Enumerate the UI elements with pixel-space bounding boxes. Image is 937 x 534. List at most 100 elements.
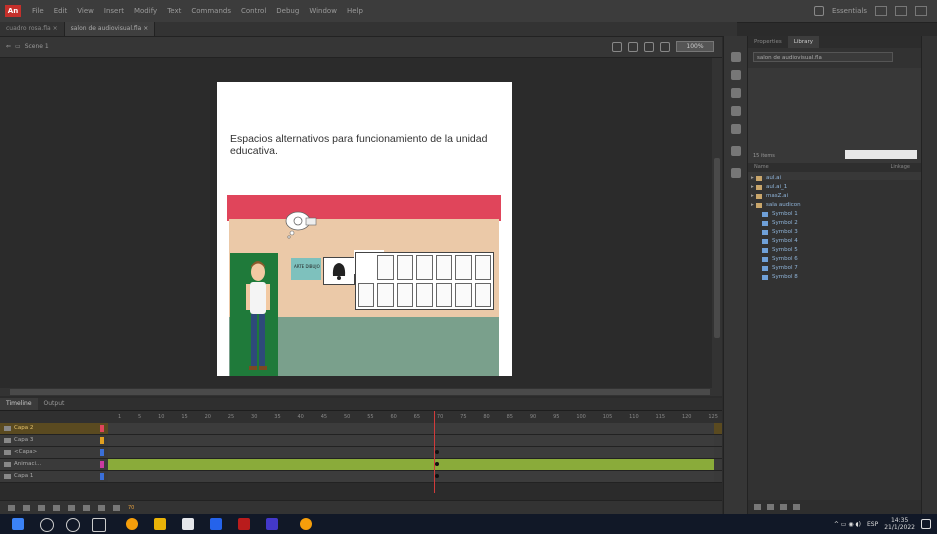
keyframe[interactable]: [435, 450, 439, 454]
horizontal-scrollbar[interactable]: [0, 388, 722, 396]
library-file-select[interactable]: salon de audiovisual.fla: [753, 52, 893, 62]
start-icon[interactable]: [12, 518, 24, 530]
layer-frames[interactable]: [108, 459, 714, 470]
clock[interactable]: 14:35 21/1/2022: [884, 517, 915, 531]
tab-output[interactable]: Output: [38, 398, 71, 410]
menu-file[interactable]: File: [32, 7, 44, 15]
student-character[interactable]: [243, 258, 273, 376]
column-name[interactable]: Name: [754, 163, 769, 172]
transform-icon[interactable]: [731, 124, 741, 134]
color-icon[interactable]: [731, 52, 741, 62]
new-layer-icon[interactable]: [8, 504, 15, 511]
clip-icon[interactable]: [660, 41, 670, 52]
column-linkage[interactable]: Linkage: [891, 163, 910, 172]
playhead[interactable]: [434, 411, 435, 493]
menu-edit[interactable]: Edit: [54, 7, 68, 15]
new-folder-icon[interactable]: [23, 504, 30, 511]
library-item[interactable]: Symbol 3: [748, 228, 922, 237]
roof[interactable]: [227, 195, 501, 221]
library-item[interactable]: Symbol 5: [748, 246, 922, 255]
menu-view[interactable]: View: [77, 7, 94, 15]
swatches-icon[interactable]: [731, 70, 741, 80]
layer-row[interactable]: Capa 3: [0, 435, 722, 447]
new-symbol-icon[interactable]: [754, 504, 761, 510]
language-indicator[interactable]: ESP: [867, 521, 878, 528]
zoom-select[interactable]: 100%: [676, 41, 714, 52]
menu-commands[interactable]: Commands: [191, 7, 231, 15]
layer-row[interactable]: <Capa>: [0, 447, 722, 459]
layer-frames[interactable]: [108, 447, 714, 458]
menu-debug[interactable]: Debug: [276, 7, 299, 15]
components-icon[interactable]: [731, 168, 741, 178]
animate-icon[interactable]: [238, 518, 250, 530]
rewind-icon[interactable]: [53, 504, 60, 511]
file-explorer-icon[interactable]: [154, 518, 166, 530]
close-button[interactable]: [915, 6, 927, 16]
delete-icon[interactable]: [793, 504, 800, 510]
library-item[interactable]: Symbol 6: [748, 255, 922, 264]
workspace-switcher[interactable]: Essentials: [832, 7, 867, 15]
layer-color-swatch[interactable]: [100, 425, 104, 432]
stage-title-text[interactable]: Espacios alternativos para funcionamient…: [230, 133, 505, 157]
keyframe[interactable]: [435, 474, 439, 478]
edit-symbol-icon[interactable]: [628, 41, 638, 52]
tab-properties[interactable]: Properties: [748, 36, 788, 48]
layer-name[interactable]: Animaci...: [14, 459, 64, 470]
library-item[interactable]: ▸ aul.ai_1: [748, 183, 922, 192]
keyframe[interactable]: [435, 462, 439, 466]
layer-row[interactable]: Animaci...: [0, 459, 722, 471]
layer-name[interactable]: Capa 1: [14, 471, 64, 482]
expand-arrow-icon[interactable]: ▸: [751, 192, 754, 201]
word-icon[interactable]: [210, 518, 222, 530]
current-frame[interactable]: 70: [128, 505, 134, 511]
chrome-icon[interactable]: [126, 518, 138, 530]
layer-name[interactable]: Capa 3: [14, 435, 64, 446]
menu-modify[interactable]: Modify: [134, 7, 157, 15]
scroll-thumb[interactable]: [714, 158, 720, 338]
layer-frames[interactable]: [108, 471, 714, 482]
tab-library[interactable]: Library: [787, 36, 820, 48]
layer-color-swatch[interactable]: [100, 449, 104, 456]
back-arrow-icon[interactable]: ⇐: [6, 37, 11, 57]
library-item[interactable]: Symbol 4: [748, 237, 922, 246]
delete-layer-icon[interactable]: [38, 504, 45, 511]
scroll-thumb[interactable]: [10, 389, 710, 395]
layer-name[interactable]: Capa 2: [14, 423, 64, 434]
minimize-button[interactable]: [875, 6, 887, 16]
library-item[interactable]: Symbol 1: [748, 210, 922, 219]
expand-arrow-icon[interactable]: ▸: [751, 201, 754, 210]
browser-icon[interactable]: [300, 518, 312, 530]
notifications-icon[interactable]: [921, 519, 931, 529]
tray-icons[interactable]: ^ ▭ ◉ ◖): [834, 521, 861, 528]
layer-color-swatch[interactable]: [100, 461, 104, 468]
layer-row[interactable]: Capa 1: [0, 471, 722, 483]
premiere-icon[interactable]: [266, 518, 278, 530]
expand-arrow-icon[interactable]: ▸: [751, 183, 754, 192]
loop-icon[interactable]: [98, 504, 105, 511]
layer-frames[interactable]: [108, 435, 714, 446]
search-icon[interactable]: [40, 518, 54, 532]
thought-bubble-icon[interactable]: [280, 210, 320, 240]
forward-icon[interactable]: [83, 504, 90, 511]
center-stage-icon[interactable]: [644, 41, 654, 52]
expand-arrow-icon[interactable]: ▸: [751, 174, 754, 183]
library-item[interactable]: ▸ masZ.ai: [748, 192, 922, 201]
menu-help[interactable]: Help: [347, 7, 363, 15]
art-sign[interactable]: ARTE DIBUJO: [291, 258, 321, 280]
layer-color-swatch[interactable]: [100, 473, 104, 480]
store-icon[interactable]: [182, 518, 194, 530]
layer-color-swatch[interactable]: [100, 437, 104, 444]
properties-icon[interactable]: [780, 504, 787, 510]
edit-scene-icon[interactable]: [612, 41, 622, 52]
cortana-icon[interactable]: [66, 518, 80, 532]
task-view-icon[interactable]: [92, 518, 106, 532]
menu-window[interactable]: Window: [309, 7, 337, 15]
play-icon[interactable]: [68, 504, 75, 511]
tab-doc-1[interactable]: cuadro rosa.fla ×: [0, 22, 65, 36]
stage-canvas[interactable]: Espacios alternativos para funcionamient…: [217, 82, 512, 376]
align-icon[interactable]: [731, 88, 741, 98]
library-item[interactable]: ▸ aul.ai: [748, 174, 922, 183]
menu-control[interactable]: Control: [241, 7, 266, 15]
tab-timeline[interactable]: Timeline: [0, 398, 38, 410]
library-search-input[interactable]: [845, 150, 917, 159]
